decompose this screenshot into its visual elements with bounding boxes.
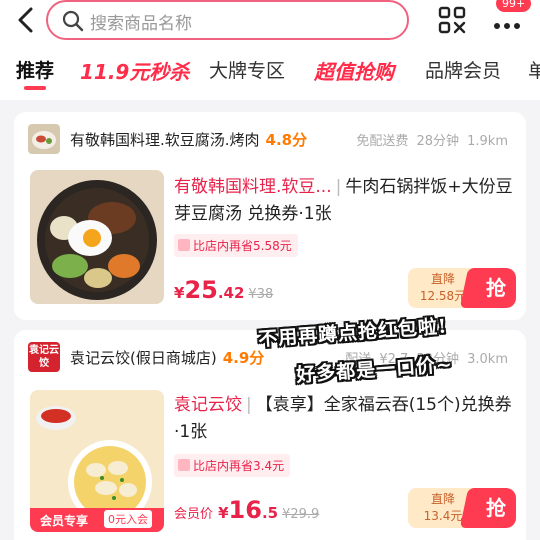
product-image-bibimbap[interactable] bbox=[30, 170, 164, 304]
grab-button[interactable]: 直降 13.4元 抢 bbox=[408, 488, 516, 528]
grab-label: 抢 bbox=[486, 496, 506, 520]
savings-tag: 比店内再省3.4元 bbox=[174, 454, 291, 477]
title-separator: | bbox=[335, 177, 342, 197]
product-title[interactable]: 有敬韩国料理.软豆... | 牛肉石锅拌饭+大份豆芽豆腐汤 兑换券·1张 bbox=[174, 174, 514, 228]
member-price-label: 会员价 bbox=[174, 507, 214, 522]
tab-more-partial[interactable]: 单 bbox=[528, 56, 540, 83]
product-brand: 袁记云饺 bbox=[174, 395, 242, 415]
notification-badge: 99+ bbox=[495, 0, 533, 13]
shop-name: 有敬韩国料理.软豆腐汤.烤肉 bbox=[70, 131, 260, 149]
ticket-icon bbox=[178, 239, 190, 251]
member-exclusive-label: 会员专享 bbox=[40, 514, 89, 528]
shop-rating: 4.9分 bbox=[222, 349, 265, 367]
price-decimal: .42 bbox=[217, 284, 245, 302]
price-currency: ¥ bbox=[174, 284, 185, 302]
active-tab-indicator bbox=[24, 86, 46, 90]
category-tabs: 推荐 11.9元秒杀 大牌专区 超值抢购 品牌会员 单 bbox=[0, 52, 540, 92]
shop-name-line: 袁记云饺(假日商城店) 4.9分 bbox=[70, 347, 264, 368]
grab-label: 抢 bbox=[486, 276, 506, 300]
price-currency: ¥ bbox=[218, 504, 229, 522]
savings-tag: 比店内再省5.58元 bbox=[174, 234, 298, 257]
shop-name-line: 有敬韩国料理.软豆腐汤.烤肉 4.8分 bbox=[70, 129, 307, 150]
ticket-icon bbox=[178, 459, 190, 471]
title-separator: | bbox=[246, 395, 252, 415]
tab-big-brands[interactable]: 大牌专区 bbox=[209, 56, 285, 83]
search-placeholder: 搜索商品名称 bbox=[90, 14, 192, 34]
product-brand: 有敬韩国料理.软豆... bbox=[174, 177, 332, 197]
shop-logo: 袁记云饺 bbox=[28, 342, 60, 372]
grab-label-box: 抢 bbox=[476, 488, 516, 528]
search-bar[interactable]: 搜索商品名称 bbox=[46, 0, 409, 40]
deal-card[interactable]: 有敬韩国料理.软豆腐汤.烤肉 4.8分 免配送费 28分钟 1.9km 有敬韩国料… bbox=[14, 112, 526, 320]
member-join-button[interactable]: 0元入会 bbox=[104, 510, 152, 528]
shop-name: 袁记云饺(假日商城店) bbox=[70, 349, 217, 367]
product-title[interactable]: 袁记云饺 | 【袁享】全家福云吞(15个)兑换券·1张 bbox=[174, 392, 514, 446]
savings-text: 比店内再省3.4元 bbox=[193, 459, 285, 473]
search-icon bbox=[62, 10, 84, 32]
member-exclusive-bar[interactable]: 会员专享 0元入会 bbox=[30, 508, 164, 532]
tab-brand-members[interactable]: 品牌会员 bbox=[425, 56, 501, 83]
grab-label-box: 抢 bbox=[476, 268, 516, 308]
back-arrow-icon[interactable] bbox=[14, 6, 38, 34]
price-integer: 16 bbox=[228, 496, 262, 524]
savings-text: 比店内再省5.58元 bbox=[193, 239, 292, 253]
tab-recommend[interactable]: 推荐 bbox=[16, 56, 54, 83]
scan-icon[interactable] bbox=[437, 5, 467, 35]
original-price: ¥29.9 bbox=[282, 507, 320, 522]
delivery-info: 免配送费 28分钟 1.9km bbox=[356, 134, 508, 149]
grab-button[interactable]: 直降 12.58元 抢 bbox=[408, 268, 516, 308]
shop-logo bbox=[28, 124, 60, 154]
shop-rating: 4.8分 bbox=[265, 131, 308, 149]
price-decimal: .5 bbox=[261, 504, 279, 522]
original-price: ¥38 bbox=[248, 287, 274, 302]
tab-flash-sale[interactable]: 11.9元秒杀 bbox=[80, 56, 189, 85]
shop-row[interactable]: 有敬韩国料理.软豆腐汤.烤肉 4.8分 免配送费 28分钟 1.9km bbox=[28, 124, 512, 154]
product-image-wontons[interactable] bbox=[30, 390, 164, 524]
price-integer: 25 bbox=[184, 276, 218, 304]
tab-value-deals[interactable]: 超值抢购 bbox=[314, 56, 394, 85]
top-header: 搜索商品名称 99+ 推荐 11.9元秒杀 大牌专区 超值抢购 品牌会员 单 bbox=[0, 0, 540, 100]
